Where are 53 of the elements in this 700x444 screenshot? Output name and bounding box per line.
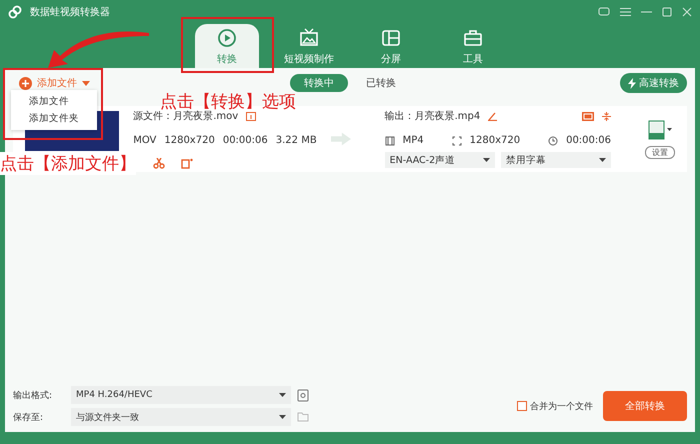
output-duration: 00:00:06 bbox=[566, 135, 611, 146]
nav-tab[interactable]: 工具 bbox=[441, 24, 505, 68]
caret-icon bbox=[482, 158, 490, 162]
info-icon[interactable] bbox=[246, 112, 256, 120]
hd-icon[interactable] bbox=[582, 112, 594, 120]
filter-tab[interactable]: 已转换 bbox=[352, 74, 410, 92]
menu-item[interactable]: 添加文件 bbox=[11, 93, 97, 110]
nav-tab[interactable]: 分屏 bbox=[359, 24, 423, 68]
nav-tab[interactable]: 短视频制作 bbox=[277, 24, 341, 68]
menu-item[interactable]: 添加文件夹 bbox=[11, 110, 97, 127]
lightning-icon bbox=[628, 78, 636, 88]
menu-icon[interactable] bbox=[620, 7, 631, 17]
caret-icon bbox=[82, 80, 90, 86]
compress-icon[interactable] bbox=[602, 112, 611, 120]
pencil-icon[interactable] bbox=[488, 112, 498, 120]
format-dropdown[interactable]: MP4 H.264/HEVC bbox=[71, 386, 291, 404]
settings-button[interactable]: 设置 bbox=[645, 146, 675, 158]
caret-icon bbox=[279, 393, 286, 397]
annotation-text: 点击【添加文件】 bbox=[0, 152, 136, 175]
maximize-icon[interactable] bbox=[662, 7, 672, 17]
tv-icon bbox=[298, 26, 320, 48]
subtitle-dropdown[interactable]: 禁用字幕 bbox=[501, 152, 611, 168]
fast-convert-button[interactable]: 高速转换 bbox=[620, 73, 687, 93]
source-resolution: 1280x720 bbox=[164, 135, 215, 146]
save-label: 保存至: bbox=[13, 412, 44, 424]
format-label: 输出格式: bbox=[13, 390, 54, 402]
arrow-icon bbox=[330, 132, 351, 146]
film-icon bbox=[384, 136, 395, 146]
nav-tab[interactable]: 转换 bbox=[195, 24, 259, 68]
caret-icon bbox=[279, 415, 286, 419]
source-filename: 源文件：月亮夜景.mov bbox=[133, 110, 238, 123]
source-size: 3.22 MB bbox=[276, 135, 317, 146]
output-filename: 输出：月亮夜景.mp4 bbox=[384, 110, 480, 123]
logo-icon bbox=[8, 5, 22, 19]
window-title: 数据蛙视频转换器 bbox=[30, 6, 111, 19]
folder-icon[interactable] bbox=[297, 412, 309, 422]
feedback-icon[interactable] bbox=[598, 7, 610, 17]
minimize-icon[interactable] bbox=[641, 11, 652, 13]
caret-icon bbox=[599, 158, 606, 162]
source-format: MOV bbox=[133, 135, 156, 146]
filter-tab[interactable]: 转换中 bbox=[290, 74, 348, 92]
close-icon[interactable] bbox=[682, 7, 692, 17]
output-resolution: 1280x720 bbox=[470, 135, 520, 146]
save-path-dropdown[interactable]: 与源文件夹一致 bbox=[71, 408, 291, 426]
expand-icon bbox=[452, 136, 462, 146]
annotation-text: 点击【转换】选项 bbox=[160, 91, 296, 112]
scissors-icon[interactable] bbox=[153, 158, 166, 169]
audio-dropdown[interactable]: EN-AAC-2声道 bbox=[384, 152, 495, 168]
play-cycle-icon bbox=[216, 26, 238, 48]
clock-icon bbox=[548, 136, 558, 146]
output-format: MP4 bbox=[402, 135, 424, 146]
source-duration: 00:00:06 bbox=[222, 135, 268, 146]
merge-checkbox[interactable]: 合并为一个文件 bbox=[517, 400, 593, 412]
